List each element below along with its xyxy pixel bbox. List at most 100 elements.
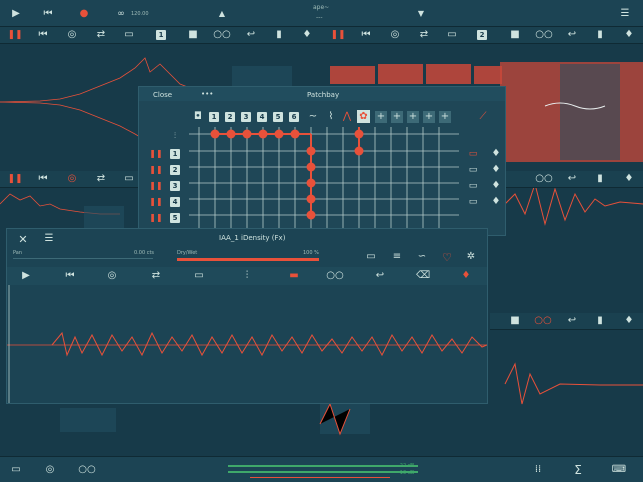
target-icon[interactable]: ◎ bbox=[107, 271, 117, 281]
loop-icon[interactable]: ∞ bbox=[113, 8, 129, 20]
keyboard-icon[interactable]: ▭ bbox=[124, 30, 134, 40]
file-icon[interactable]: ▮ bbox=[595, 30, 605, 40]
add-icon[interactable]: + bbox=[375, 111, 387, 123]
drywet-slider[interactable] bbox=[177, 258, 319, 261]
destination-label[interactable]: 5 bbox=[170, 213, 180, 223]
add-icon[interactable]: + bbox=[391, 111, 403, 123]
keyboard-icon[interactable]: ▭ bbox=[467, 181, 479, 191]
destination-label[interactable]: 2 bbox=[170, 165, 180, 175]
undo-icon[interactable]: ↩ bbox=[246, 30, 256, 40]
mixer-icon[interactable]: ⫶ bbox=[169, 131, 181, 141]
target-icon[interactable]: ◎ bbox=[390, 30, 400, 40]
close-icon[interactable]: ✕ bbox=[17, 233, 29, 245]
mic-icon[interactable]: ♦ bbox=[624, 316, 634, 326]
skip-back-icon[interactable]: ⏮ bbox=[38, 174, 48, 184]
file-icon[interactable]: ▮ bbox=[595, 316, 605, 326]
pause-icon[interactable]: ❚❚ bbox=[149, 149, 162, 159]
chevron-up-icon[interactable]: ▲ bbox=[216, 8, 228, 20]
tape-icon[interactable]: ○○ bbox=[535, 174, 552, 184]
swap-icon[interactable]: ⇄ bbox=[96, 174, 106, 184]
sigma-icon[interactable]: Σ bbox=[572, 463, 584, 476]
swap-icon[interactable]: ⇄ bbox=[96, 30, 106, 40]
list-icon[interactable]: ≡ bbox=[391, 251, 403, 263]
track-number[interactable]: 1 bbox=[156, 30, 166, 40]
destination-label[interactable]: 4 bbox=[170, 197, 180, 207]
skip-back-icon[interactable]: ⏮ bbox=[42, 8, 54, 20]
mic-icon[interactable]: ♦ bbox=[491, 197, 501, 207]
swap-icon[interactable]: ⇄ bbox=[151, 271, 161, 281]
tape-icon[interactable]: ○○ bbox=[326, 271, 343, 281]
target-icon[interactable]: ◎ bbox=[67, 174, 77, 184]
tape-icon[interactable]: ○○ bbox=[213, 30, 230, 40]
play-icon[interactable]: ▶ bbox=[21, 271, 31, 281]
grid-icon[interactable]: ⁞⁞ bbox=[532, 464, 544, 476]
more-button[interactable]: ••• bbox=[201, 90, 213, 98]
tape-icon[interactable]: ○○ bbox=[78, 464, 95, 476]
mic-icon[interactable]: ♦ bbox=[624, 30, 634, 40]
file-icon[interactable]: ▮ bbox=[274, 30, 284, 40]
swap-icon[interactable]: ⇄ bbox=[419, 30, 429, 40]
add-icon[interactable]: + bbox=[407, 111, 419, 123]
mic-icon[interactable]: ♦ bbox=[491, 181, 501, 191]
keyboard-icon[interactable]: ▭ bbox=[193, 271, 205, 281]
undo-icon[interactable]: ↩ bbox=[375, 271, 385, 281]
pause-icon[interactable]: ❚❚ bbox=[149, 213, 162, 223]
pause-icon[interactable]: ❚❚ bbox=[149, 197, 162, 207]
sampler-icon[interactable]: ◘ bbox=[193, 112, 203, 122]
undo-icon[interactable]: ↩ bbox=[567, 316, 577, 326]
envelope-icon[interactable]: ⋀ bbox=[341, 111, 353, 123]
pause-icon[interactable]: ❚❚ bbox=[7, 30, 22, 40]
folder-icon[interactable]: ▭ bbox=[10, 464, 22, 476]
close-button[interactable]: Close bbox=[153, 91, 172, 99]
keyboard-icon[interactable]: ▭ bbox=[467, 165, 479, 175]
keyboard-icon[interactable]: ▭ bbox=[124, 174, 134, 184]
source-label[interactable]: 4 bbox=[257, 112, 267, 122]
curve-icon[interactable]: ⌇ bbox=[325, 111, 337, 123]
source-label[interactable]: 6 bbox=[289, 112, 299, 122]
camera-icon[interactable]: ■ bbox=[188, 30, 198, 40]
pause-icon[interactable]: ❚❚ bbox=[330, 30, 345, 40]
destination-label[interactable]: 1 bbox=[170, 149, 180, 159]
camera-icon[interactable]: ■ bbox=[510, 30, 520, 40]
undo-icon[interactable]: ↩ bbox=[567, 174, 577, 184]
add-icon[interactable]: + bbox=[423, 111, 435, 123]
folder-icon[interactable]: ▭ bbox=[365, 251, 377, 263]
play-icon[interactable]: ▶ bbox=[10, 8, 22, 20]
skip-back-icon[interactable]: ⏮ bbox=[38, 30, 48, 40]
project-name[interactable]: ape~ bbox=[313, 4, 329, 11]
mic-icon[interactable]: ♦ bbox=[491, 149, 501, 159]
link-icon[interactable]: ∽ bbox=[415, 251, 429, 263]
pause-icon[interactable]: ❚❚ bbox=[149, 181, 162, 191]
pause-icon[interactable]: ❚❚ bbox=[149, 165, 162, 175]
add-icon[interactable]: + bbox=[439, 111, 451, 123]
mic-icon[interactable]: ♦ bbox=[461, 271, 471, 281]
source-label[interactable]: 3 bbox=[241, 112, 251, 122]
mic-icon[interactable]: ♦ bbox=[624, 174, 634, 184]
keyboard-icon[interactable]: ▭ bbox=[447, 30, 457, 40]
pan-slider[interactable] bbox=[13, 258, 153, 259]
track-number[interactable]: 2 bbox=[477, 30, 487, 40]
tempo-display[interactable]: 120.00 bbox=[131, 11, 149, 17]
mic-icon[interactable]: ♦ bbox=[491, 165, 501, 175]
output-curve-icon[interactable]: ⟋ bbox=[475, 111, 491, 123]
keyboard-icon[interactable]: ▭ bbox=[467, 149, 479, 159]
skip-back-icon[interactable]: ⏮ bbox=[361, 30, 371, 40]
keyboard-icon[interactable]: ⌨ bbox=[612, 464, 626, 476]
destination-label[interactable]: 3 bbox=[170, 181, 180, 191]
settings-icon[interactable]: ✲ bbox=[465, 251, 477, 263]
delete-icon[interactable]: ⌫ bbox=[416, 271, 430, 281]
skip-back-icon[interactable]: ⏮ bbox=[65, 271, 75, 281]
sliders-icon[interactable]: ⫶ bbox=[241, 271, 253, 281]
mic-icon[interactable]: ♦ bbox=[302, 30, 312, 40]
camera-icon[interactable]: ■ bbox=[510, 316, 520, 326]
tape-icon[interactable]: ○○ bbox=[535, 30, 552, 40]
chevron-down-icon[interactable]: ▼ bbox=[415, 8, 427, 20]
mixer-icon[interactable]: ☰ bbox=[618, 7, 632, 20]
undo-icon[interactable]: ↩ bbox=[567, 30, 577, 40]
plugin-icon[interactable]: ✿ bbox=[357, 110, 370, 123]
record-icon[interactable]: ● bbox=[78, 8, 90, 20]
pause-icon[interactable]: ❚❚ bbox=[7, 174, 22, 184]
keyboard-icon[interactable]: ▭ bbox=[467, 197, 479, 207]
target-icon[interactable]: ◎ bbox=[44, 464, 56, 476]
file-icon[interactable]: ▮ bbox=[595, 174, 605, 184]
